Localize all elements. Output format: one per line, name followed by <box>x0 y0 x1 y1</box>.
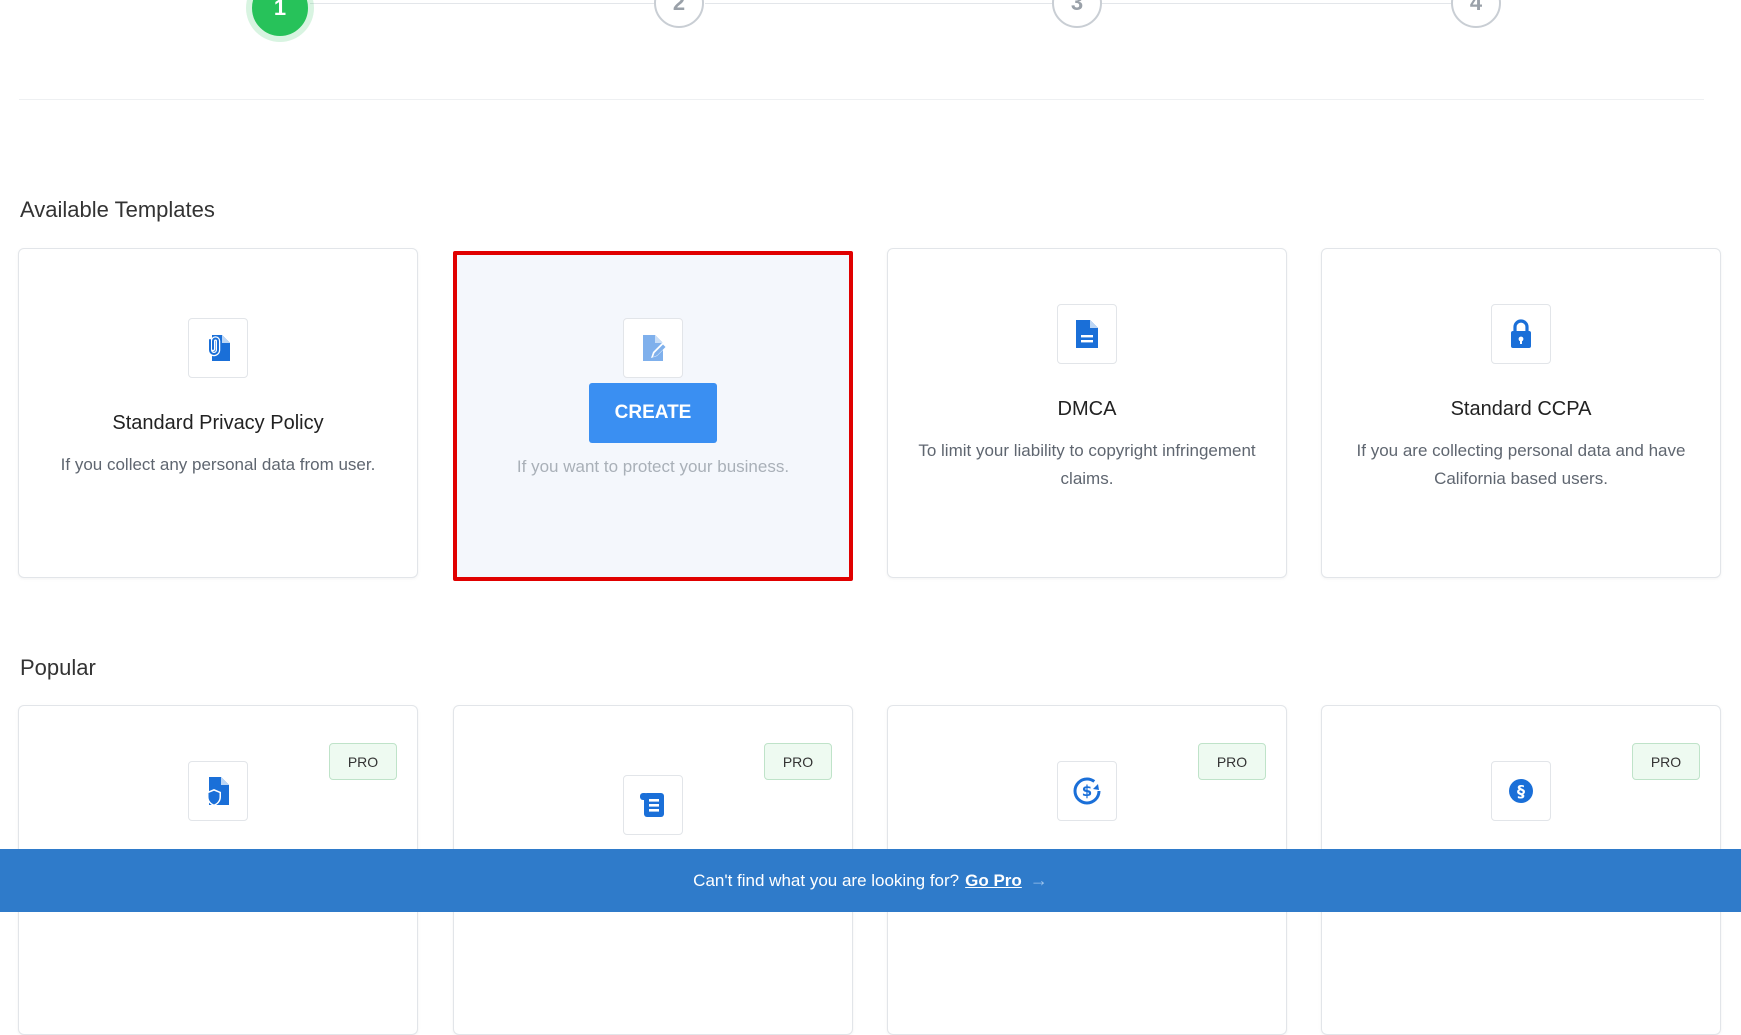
stepper-connector <box>310 3 655 4</box>
pro-badge: PRO <box>1198 743 1266 780</box>
card-description: If you are collecting personal data and … <box>1356 441 1686 488</box>
banner-text: Can't find what you are looking for? <box>693 870 960 890</box>
stepper-connector <box>1102 3 1452 4</box>
card-title: Standard Privacy Policy <box>112 412 324 434</box>
template-card-dmca[interactable]: DMCA To limit your liability to copyrigh… <box>887 248 1287 578</box>
scroll-icon <box>623 775 683 835</box>
card-description: If you collect any personal data from us… <box>60 455 376 474</box>
card-title: Standard CCPA <box>1450 398 1592 420</box>
template-card-ccpa[interactable]: Standard CCPA If you are collecting pers… <box>1321 248 1721 578</box>
pro-badge: PRO <box>329 743 397 780</box>
pro-badge: PRO <box>764 743 832 780</box>
step-3[interactable]: 3 <box>1052 0 1102 28</box>
arrow-right-icon: → <box>1029 870 1048 890</box>
card-description: To limit your liability to copyright inf… <box>918 441 1256 488</box>
pro-badge: PRO <box>1632 743 1700 780</box>
privacy-document-icon <box>188 318 248 378</box>
popular-heading: Popular <box>20 655 96 680</box>
go-pro-link[interactable]: Go Pro <box>965 871 1022 891</box>
card-description: If you want to protect your business. <box>516 457 790 476</box>
available-templates-heading: Available Templates <box>20 197 215 222</box>
go-pro-banner: Can't find what you are looking for? Go … <box>0 849 1741 912</box>
template-card-privacy-policy[interactable]: Standard Privacy Policy If you collect a… <box>18 248 418 578</box>
file-text-icon <box>1057 304 1117 364</box>
create-button[interactable]: CREATE <box>589 383 717 443</box>
shield-document-icon <box>188 761 248 821</box>
step-1[interactable]: 1 <box>252 0 308 36</box>
step-4[interactable]: 4 <box>1451 0 1501 28</box>
svg-text:§: § <box>1517 782 1525 801</box>
card-title: DMCA <box>1057 398 1117 420</box>
edit-document-icon <box>623 318 683 378</box>
progress-stepper: 1 2 3 4 <box>0 0 1741 100</box>
step-2[interactable]: 2 <box>654 0 704 28</box>
template-card-create[interactable]: CREATE If you want to protect your busin… <box>453 251 853 581</box>
refund-dollar-icon: $ <box>1057 761 1117 821</box>
section-divider <box>19 99 1704 100</box>
stepper-connector <box>705 3 1053 4</box>
lock-icon <box>1491 304 1551 364</box>
svg-text:$: $ <box>1082 782 1092 800</box>
section-sign-icon: § <box>1491 761 1551 821</box>
